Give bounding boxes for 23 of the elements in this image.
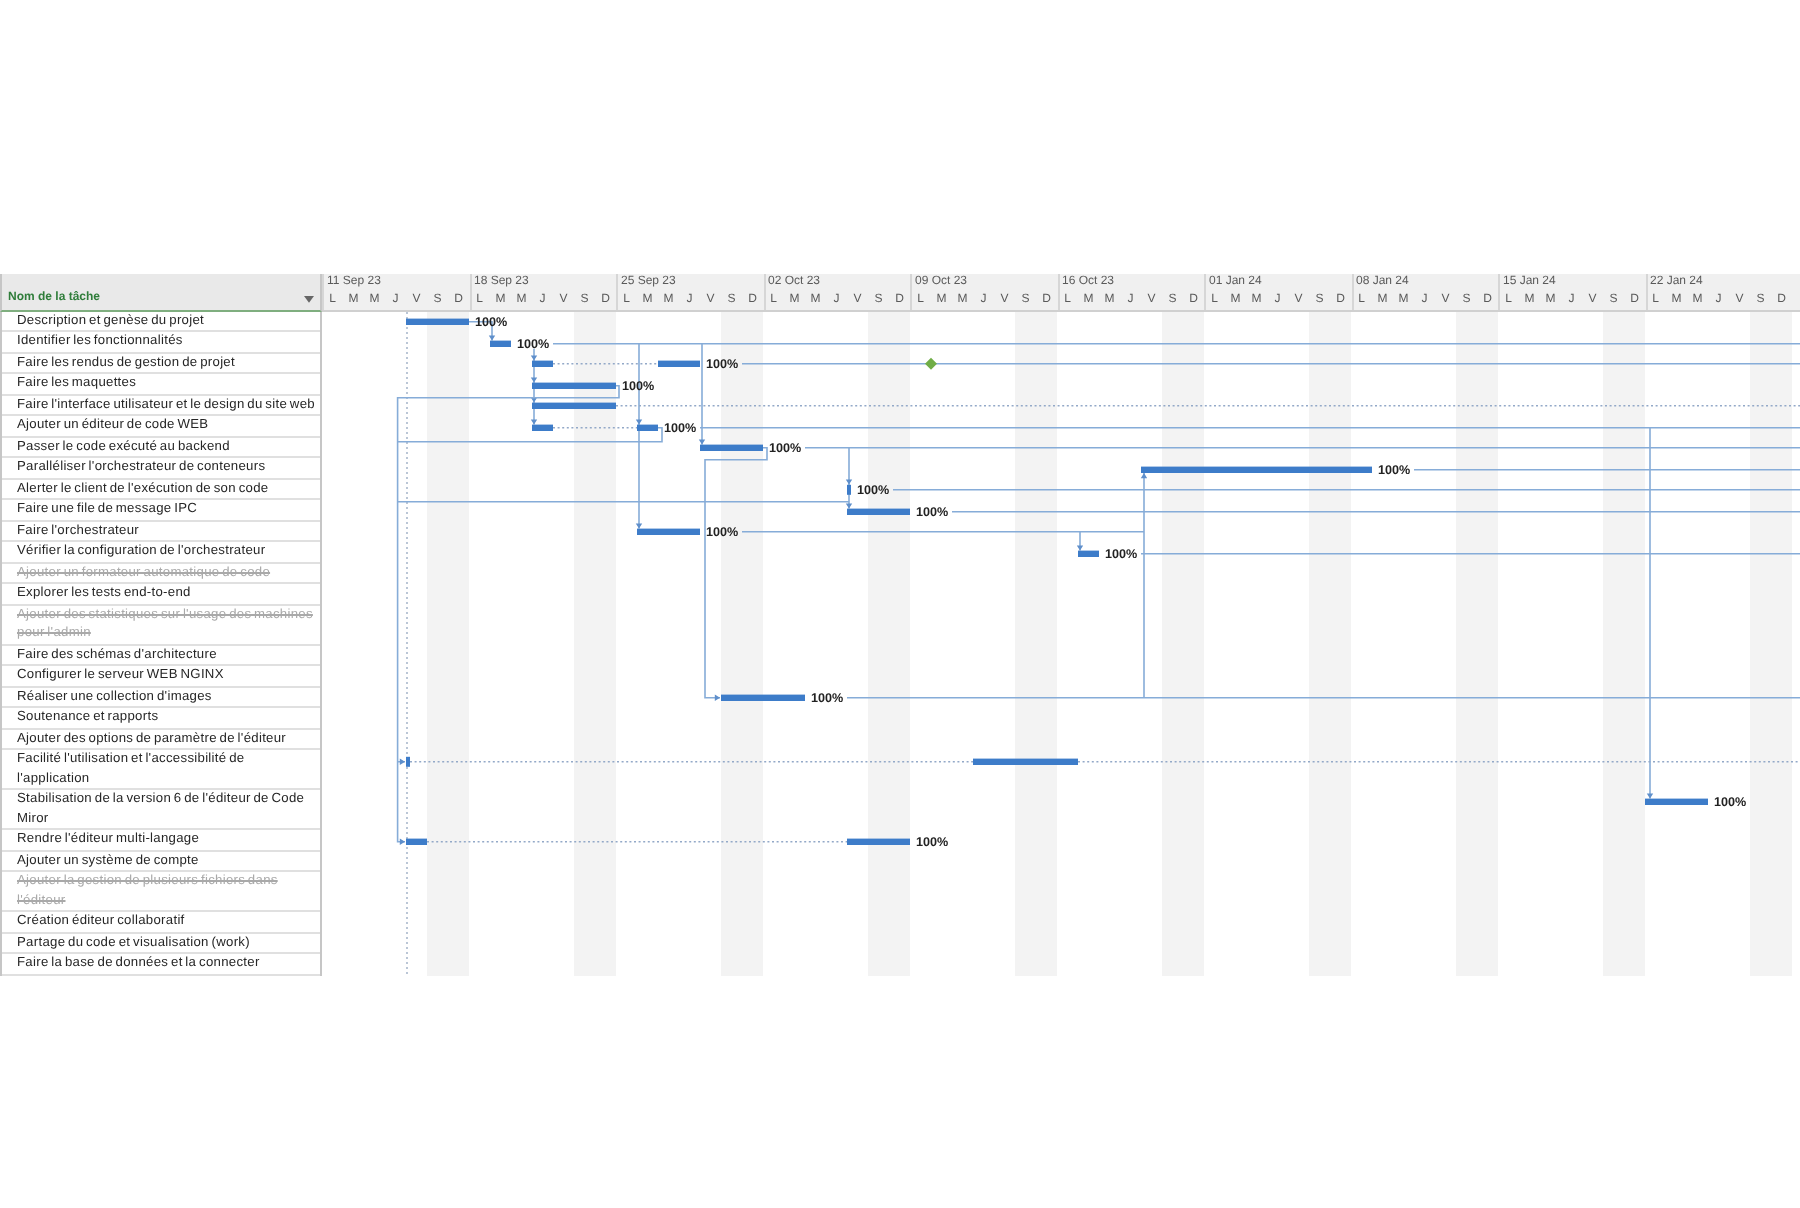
task-bar	[847, 507, 910, 514]
task-bar	[721, 693, 805, 700]
task-bar	[700, 443, 763, 450]
split-line	[552, 362, 659, 364]
task-bar	[1645, 797, 1708, 804]
task-bar	[847, 837, 910, 844]
task-marker	[406, 755, 410, 766]
task-bar	[490, 339, 511, 346]
caret-icon[interactable]	[304, 296, 314, 303]
task-bar	[637, 527, 700, 534]
task-bar	[973, 757, 1078, 764]
task-bar	[658, 359, 700, 366]
diamond-icon	[925, 356, 937, 369]
task-bar	[532, 359, 553, 366]
task-marker	[847, 483, 851, 494]
task-bar	[406, 837, 427, 844]
task-bar	[532, 381, 616, 388]
task-bar	[637, 423, 658, 430]
task-bar	[406, 317, 469, 324]
split-line	[552, 426, 638, 428]
task-bar	[532, 401, 616, 408]
task-bar	[532, 423, 553, 430]
task-bar	[1078, 549, 1099, 556]
